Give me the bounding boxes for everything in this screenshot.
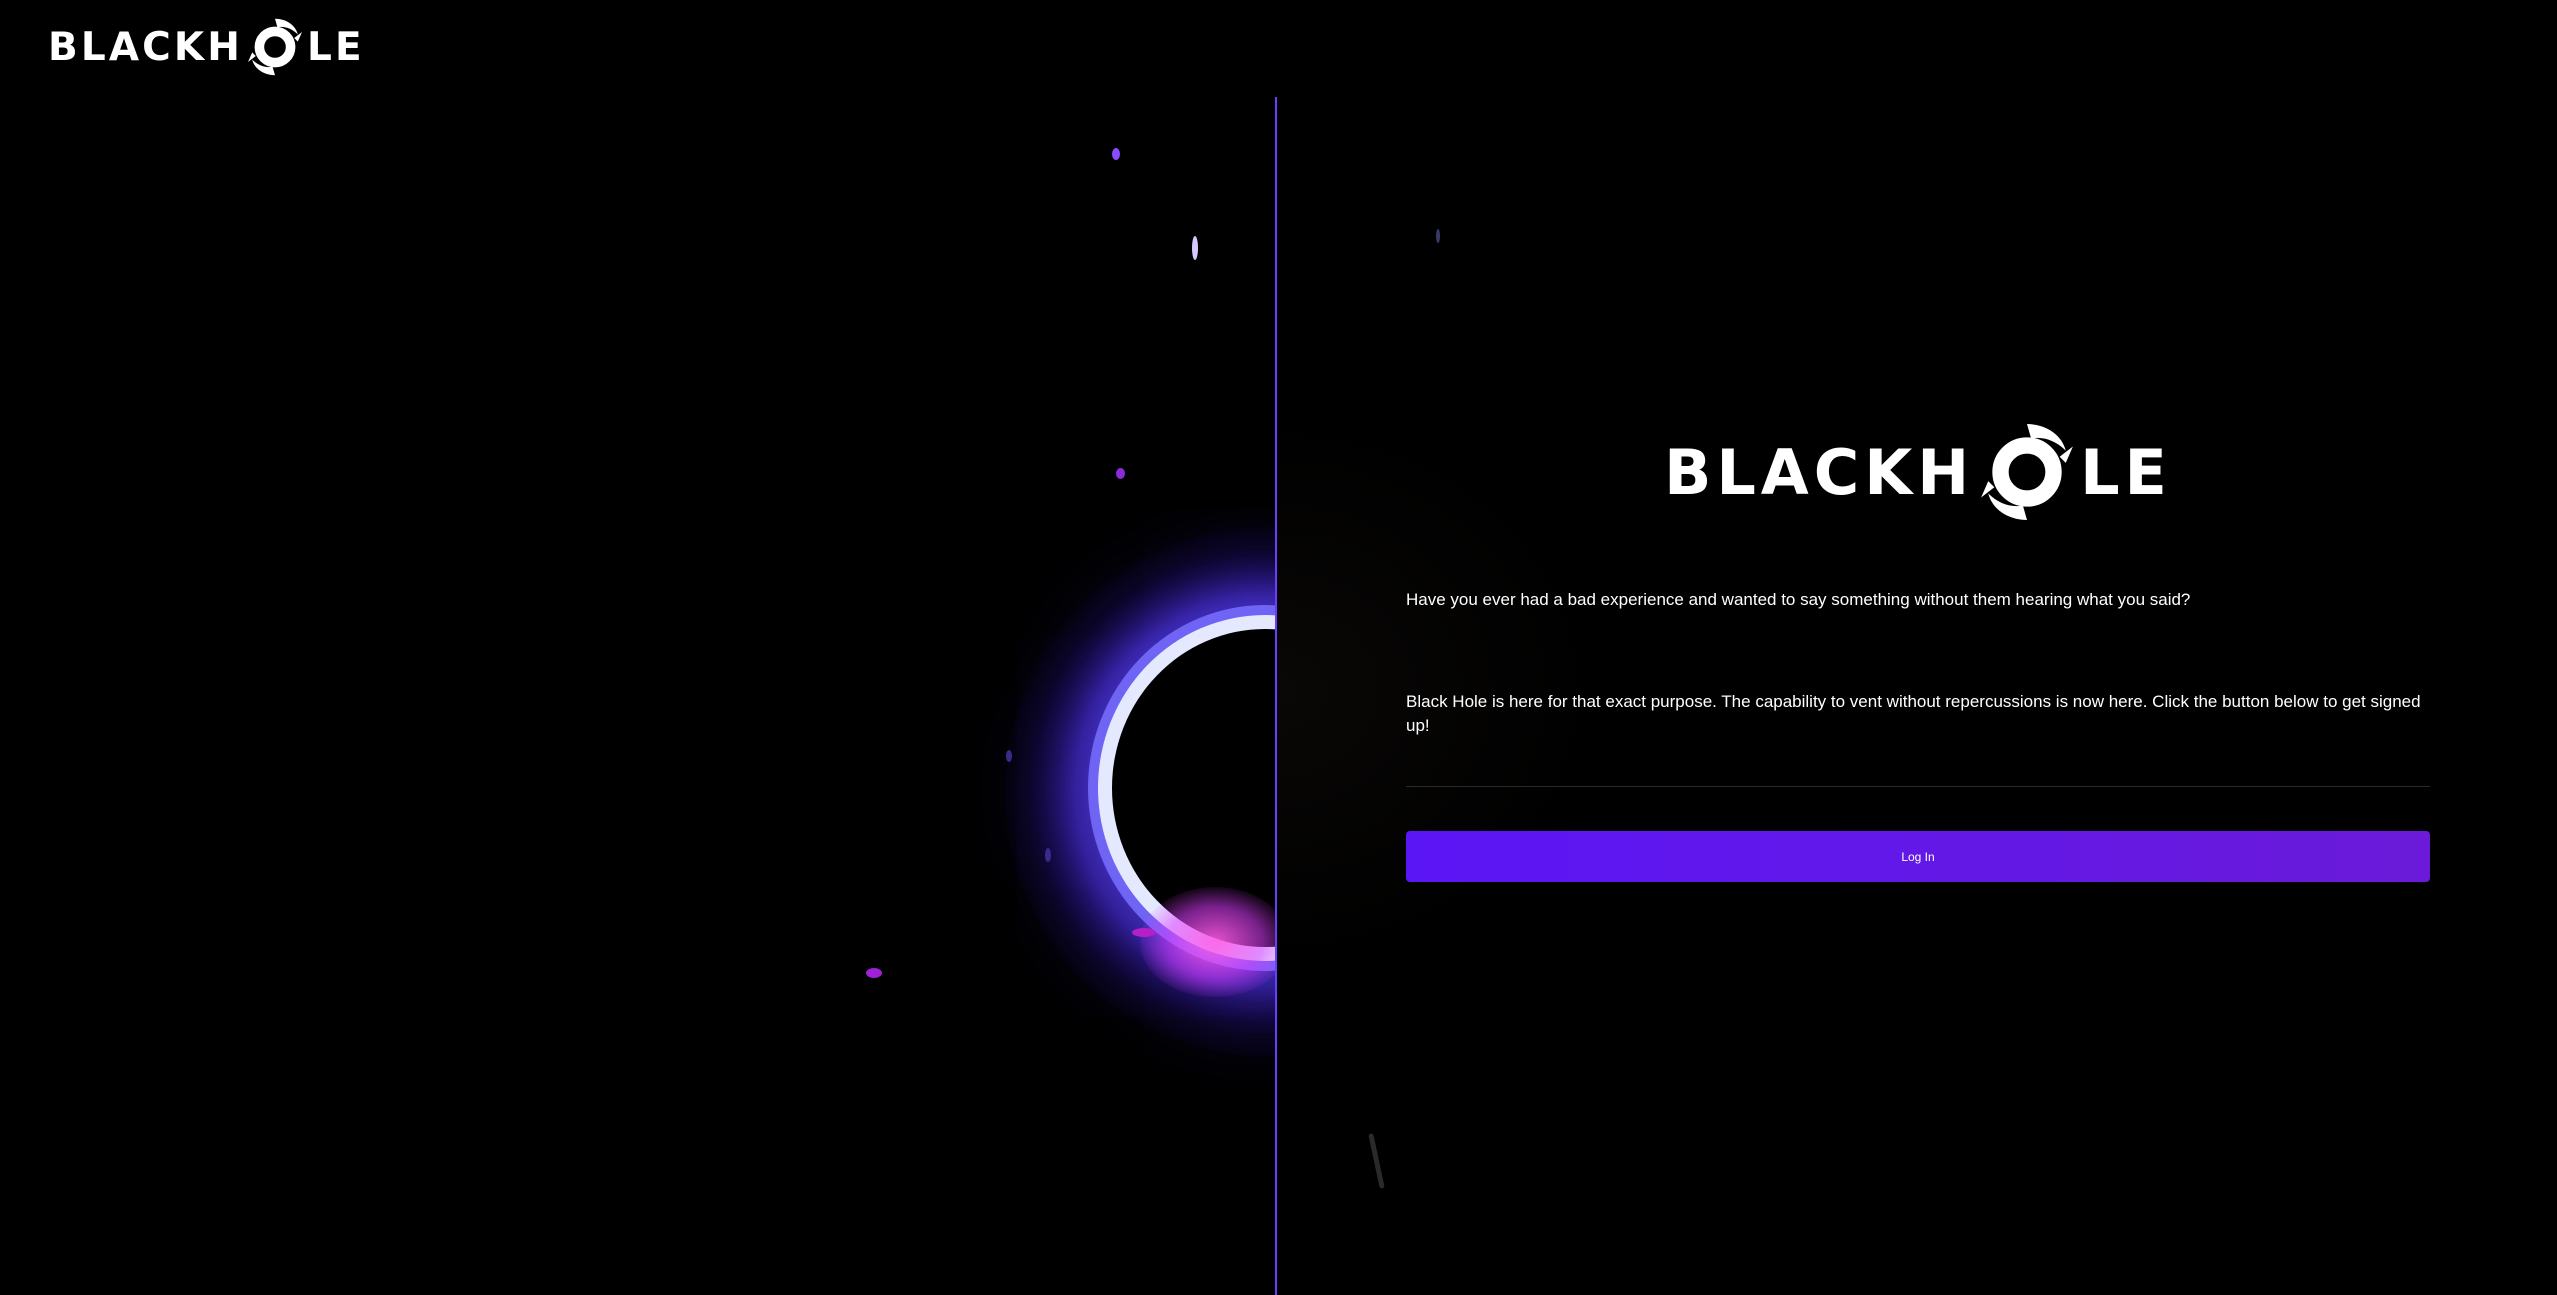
login-button[interactable]: Log In — [1406, 831, 2430, 882]
particle — [1436, 229, 1440, 243]
description-text: Black Hole is here for that exact purpos… — [1406, 692, 2421, 735]
logo-text-left: BLACKH — [1664, 435, 1975, 509]
header-logo[interactable]: BLACKH LE — [48, 14, 365, 80]
panel-logo: BLACKH LE — [1406, 412, 2430, 532]
logo-text-right: LE — [2080, 435, 2172, 509]
particle — [1192, 236, 1198, 260]
welcome-panel: BLACKH LE Have you ever had a bad experi… — [1406, 412, 2430, 882]
particle — [1116, 468, 1125, 479]
particle — [1132, 928, 1156, 937]
swirl-o-icon — [247, 18, 302, 76]
swirl-o-icon — [1981, 424, 2073, 520]
logo-text-left: BLACKH — [48, 24, 243, 70]
logo-wordmark: BLACKH LE — [1664, 412, 2172, 532]
logo-wordmark: BLACKH LE — [48, 14, 365, 80]
black-hole-hero — [0, 97, 1276, 1295]
logo-text-right: LE — [306, 24, 365, 70]
particle — [1045, 848, 1051, 862]
intro-text: Have you ever had a bad experience and w… — [1406, 590, 2191, 609]
landing-page: BLACKH LE BLACKH LE Have you ever had a … — [0, 0, 2557, 1295]
particle — [1112, 148, 1120, 160]
particle — [866, 968, 882, 978]
vertical-divider — [1275, 97, 1277, 1295]
divider — [1406, 786, 2430, 787]
particle — [1368, 1133, 1385, 1189]
particle — [1006, 750, 1012, 762]
